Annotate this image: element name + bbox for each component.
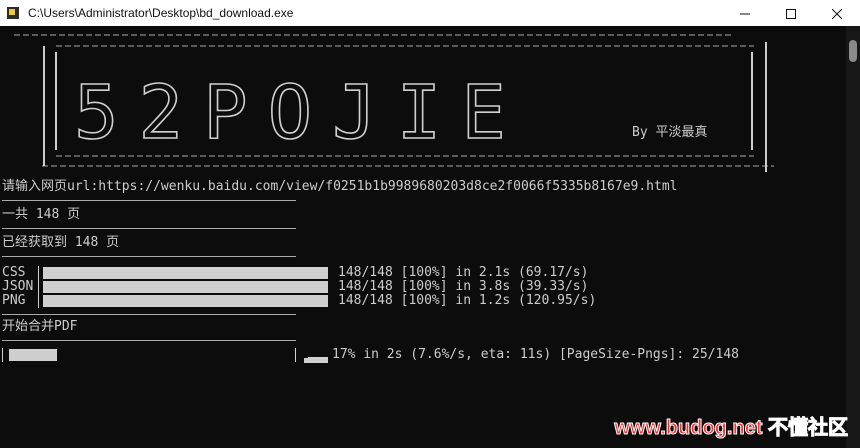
json-status: 148/148 [100%] in 3.8s (39.33/s) xyxy=(338,279,589,294)
vertical-scrollbar[interactable] xyxy=(846,26,860,448)
separator xyxy=(2,200,296,201)
window-title: C:\Users\Administrator\Desktop\bd_downlo… xyxy=(28,6,294,20)
url-prompt-line: 请输入网页url:https://wenku.baidu.com/view/f0… xyxy=(2,179,678,194)
minimize-button[interactable] xyxy=(722,0,768,26)
maximize-button[interactable] xyxy=(768,0,814,26)
merge-progress-bar xyxy=(2,348,296,362)
watermark-site: www.budog.net xyxy=(614,417,763,440)
window-controls xyxy=(722,0,860,26)
minimize-icon xyxy=(740,4,750,23)
separator xyxy=(2,340,296,341)
console-window: C:\Users\Administrator\Desktop\bd_downlo… xyxy=(0,0,860,448)
merge-progress-fill xyxy=(9,349,57,361)
console-output: 52POJIE By 平淡最真 请输入网页url:https://wenku.b… xyxy=(0,26,846,448)
close-button[interactable] xyxy=(814,0,860,26)
app-icon xyxy=(6,6,20,20)
separator xyxy=(2,256,296,257)
png-status: 148/148 [100%] in 1.2s (120.95/s) xyxy=(338,293,597,308)
css-label: CSS xyxy=(2,265,26,280)
separator xyxy=(2,314,296,315)
png-progress-bar xyxy=(38,294,332,308)
separator xyxy=(2,228,296,229)
ascii-banner: 52POJIE By 平淡最真 xyxy=(14,34,774,172)
watermark-name: 不懂社区 xyxy=(768,417,849,440)
merge-start-line: 开始合并PDF xyxy=(2,319,78,334)
json-label: JSON xyxy=(2,279,34,294)
png-progress-fill xyxy=(43,295,328,307)
author-credit: By 平淡最真 xyxy=(632,125,707,140)
json-progress-fill xyxy=(43,281,328,293)
total-pages-line: 一共 148 页 xyxy=(2,207,81,222)
json-progress-bar xyxy=(38,280,332,294)
title-bar[interactable]: C:\Users\Administrator\Desktop\bd_downlo… xyxy=(0,0,860,26)
logo-text: 52POJIE xyxy=(74,70,526,156)
merge-status: 17% in 2s (7.6%/s, eta: 11s) [PageSize-P… xyxy=(332,347,739,362)
watermark: www.budog.net 不懂社区 xyxy=(614,411,849,440)
css-status: 148/148 [100%] in 2.1s (69.17/s) xyxy=(338,265,589,280)
scrollbar-thumb[interactable] xyxy=(849,40,857,62)
maximize-icon xyxy=(786,4,796,23)
fetched-pages-line: 已经获取到 148 页 xyxy=(2,235,120,250)
close-icon xyxy=(831,4,843,23)
css-progress-bar xyxy=(38,266,332,280)
png-label: PNG xyxy=(2,293,26,308)
css-progress-fill xyxy=(43,267,328,279)
spinner-glyph xyxy=(304,352,330,363)
